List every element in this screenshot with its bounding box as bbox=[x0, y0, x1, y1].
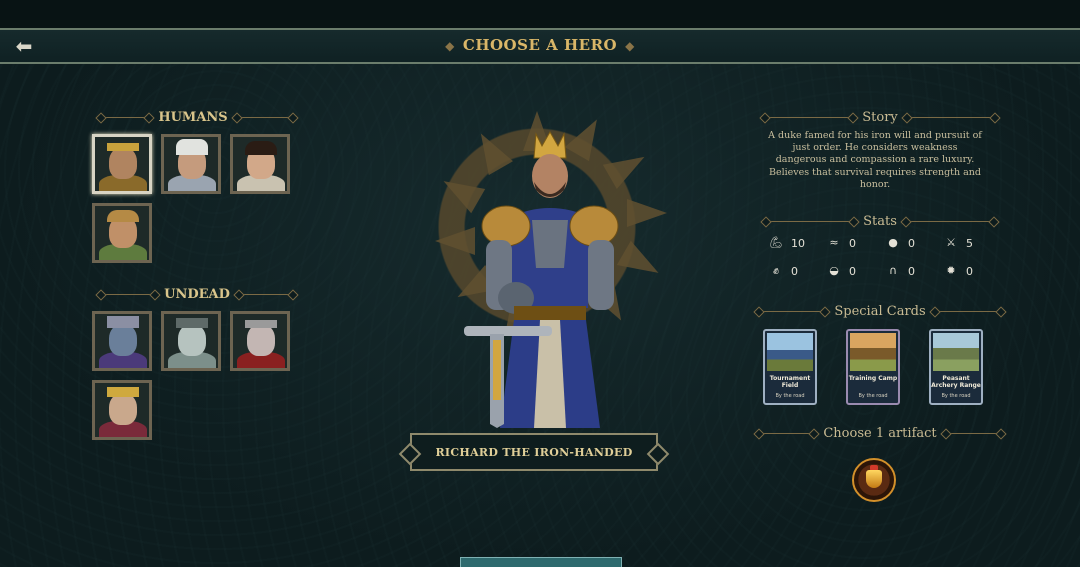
special-card-training-camp[interactable]: Training Camp By the road bbox=[846, 329, 900, 405]
hero-portrait-human-3[interactable] bbox=[230, 134, 290, 194]
stat-combat-value: 5 bbox=[966, 236, 973, 250]
hero-name: RICHARD THE IRON-HANDED bbox=[435, 445, 633, 459]
card-sub: By the road bbox=[941, 393, 971, 399]
title-ornament-right-icon: ◆ bbox=[625, 39, 635, 53]
faction-undead-label: UNDEAD bbox=[164, 287, 230, 302]
speed-wings-icon: ≈ bbox=[829, 236, 839, 249]
hero-portrait-undead-2[interactable] bbox=[161, 311, 221, 371]
faction-heading-humans: HUMANS bbox=[95, 110, 299, 125]
card-sub: By the road bbox=[775, 393, 805, 399]
stat-fist-value: 0 bbox=[791, 264, 798, 278]
top-strip bbox=[0, 0, 1080, 28]
special-card-peasant-archery-range[interactable]: Peasant Archery Range By the road bbox=[929, 329, 983, 405]
card-art bbox=[767, 333, 813, 371]
stat-strength: 💪︎ 10 bbox=[769, 236, 805, 250]
card-name: Training Camp bbox=[848, 375, 898, 382]
stat-burst: ✹ 0 bbox=[944, 264, 973, 278]
strength-arm-icon: 💪︎ bbox=[769, 236, 783, 249]
special-cards-heading: Special Cards bbox=[758, 304, 1002, 319]
stat-speed-value: 0 bbox=[849, 236, 856, 250]
story-text: A duke famed for his iron will and pursu… bbox=[768, 130, 982, 190]
page-title-text: CHOOSE A HERO bbox=[462, 36, 618, 54]
mask-icon: ◒ bbox=[829, 264, 839, 277]
card-name: Tournament Field bbox=[769, 375, 811, 389]
hero-portrait-human-4[interactable] bbox=[92, 203, 152, 263]
stat-speech-value: 0 bbox=[908, 236, 915, 250]
burst-icon: ✹ bbox=[946, 264, 956, 277]
stat-horseshoe: ∩ 0 bbox=[886, 264, 915, 278]
stat-mask: ◒ 0 bbox=[827, 264, 856, 278]
hero-portrait-undead-1[interactable] bbox=[92, 311, 152, 371]
stat-horseshoe-value: 0 bbox=[908, 264, 915, 278]
special-card-tournament-field[interactable]: Tournament Field By the road bbox=[763, 329, 817, 405]
card-name: Peasant Archery Range bbox=[931, 375, 981, 389]
stat-speech: ● 0 bbox=[886, 236, 915, 250]
hero-portrait-human-2[interactable] bbox=[161, 134, 221, 194]
story-heading-text: Story bbox=[862, 110, 898, 125]
crossed-swords-icon: ⚔ bbox=[946, 236, 956, 249]
stat-strength-value: 10 bbox=[791, 236, 805, 250]
golden-amulet-icon[interactable] bbox=[852, 458, 896, 502]
hero-figure bbox=[464, 130, 619, 428]
hero-portrait-undead-4[interactable] bbox=[92, 380, 152, 440]
card-sub: By the road bbox=[858, 393, 888, 399]
title-ornament-left-icon: ◆ bbox=[445, 39, 455, 53]
stats-heading-text: Stats bbox=[863, 214, 897, 229]
card-art bbox=[850, 333, 896, 371]
hero-portrait-undead-3[interactable] bbox=[230, 311, 290, 371]
confirm-button[interactable] bbox=[460, 557, 622, 567]
page-title: ◆ CHOOSE A HERO ◆ bbox=[0, 36, 1080, 54]
stat-fist: ✊︎ 0 bbox=[769, 264, 798, 278]
title-bar: ⬅ ◆ CHOOSE A HERO ◆ bbox=[0, 28, 1080, 64]
artifact-heading-text: Choose 1 artifact bbox=[823, 426, 937, 441]
stat-mask-value: 0 bbox=[849, 264, 856, 278]
horseshoe-icon: ∩ bbox=[888, 264, 898, 277]
stat-combat: ⚔ 5 bbox=[944, 236, 973, 250]
stats-heading: Stats bbox=[758, 214, 1002, 229]
faction-heading-undead: UNDEAD bbox=[95, 287, 299, 302]
speech-bubble-icon: ● bbox=[888, 236, 898, 249]
hero-portrait-richard[interactable] bbox=[92, 134, 152, 194]
fist-icon: ✊︎ bbox=[772, 264, 780, 277]
faction-humans-label: HUMANS bbox=[158, 110, 228, 125]
special-cards-heading-text: Special Cards bbox=[834, 304, 926, 319]
hero-name-plate: RICHARD THE IRON-HANDED bbox=[410, 433, 658, 471]
story-heading: Story bbox=[758, 110, 1002, 125]
card-art bbox=[933, 333, 979, 371]
stat-speed: ≈0 bbox=[827, 236, 856, 250]
artifact-heading: Choose 1 artifact bbox=[758, 426, 1002, 441]
stat-burst-value: 0 bbox=[966, 264, 973, 278]
